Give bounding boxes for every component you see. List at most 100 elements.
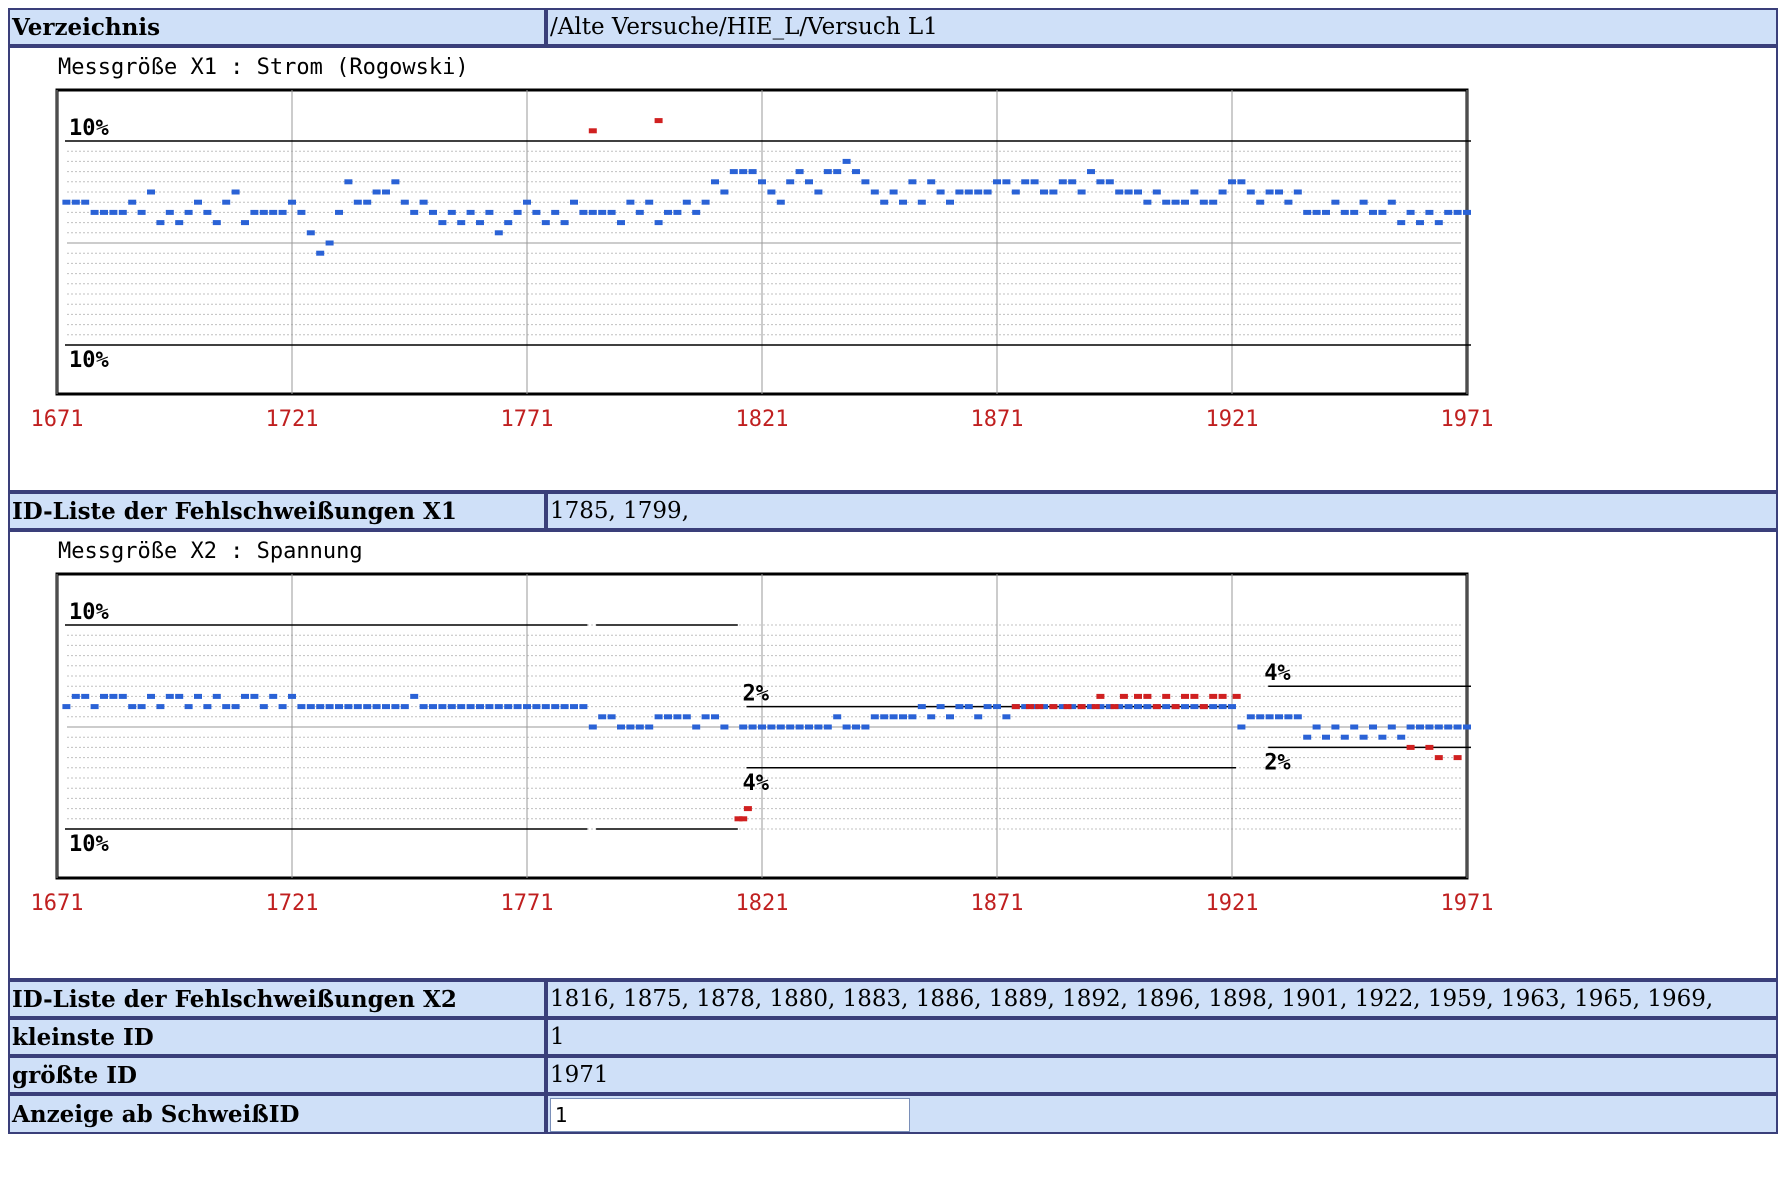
chart1-data-point [541, 220, 550, 226]
chart1-data-point [964, 189, 973, 195]
chart1-data-point [1350, 209, 1359, 215]
max-id-value: 1971 [546, 1056, 1778, 1094]
chart1-data-point [974, 189, 983, 195]
chart2-data-point [974, 714, 983, 720]
chart1-row: Messgröße X1 : Strom (Rogowski) 1671 1721 1… [8, 46, 1778, 492]
chart1-data-point [1237, 179, 1246, 185]
chart1-data-point [1087, 169, 1095, 175]
chart2-data-point [1011, 704, 1020, 710]
chart2-data-point [1209, 693, 1218, 699]
chart1-cell: Messgröße X1 : Strom (Rogowski) 1671 1721 1… [8, 46, 1778, 492]
chart2-data-point [485, 704, 494, 710]
chart1-data-point [1134, 189, 1142, 195]
chart2-x-tick-label: 1771 [501, 891, 554, 916]
chart1-x-tick-label: 1921 [1206, 407, 1259, 432]
chart2-data-point [1190, 704, 1199, 710]
chart1-data-point [513, 209, 522, 215]
chart2-data-point [1035, 704, 1044, 710]
chart1-data-point [372, 189, 381, 195]
chart1-data-point [1077, 189, 1086, 195]
chart2-data-point [438, 704, 447, 710]
chart2-data-point [1152, 704, 1161, 710]
chart2-data-point [739, 724, 748, 730]
chart2-data-point [917, 704, 926, 710]
chart2-data-point [147, 693, 155, 699]
chart2-data-point [739, 816, 748, 822]
chart1-data-point [946, 199, 954, 205]
chart2-data-point [936, 704, 945, 710]
chart1-data-point [278, 209, 287, 215]
chart1-data-point [955, 189, 964, 195]
chart1-data-point [504, 220, 513, 226]
chart2-data-point [1350, 724, 1359, 730]
chart2-x-tick-label: 1821 [736, 891, 789, 916]
chart2-data-point [1002, 714, 1011, 720]
chart1-data-point [1397, 220, 1406, 226]
chart1-data-point [795, 169, 804, 175]
chart1-data-point [297, 209, 306, 215]
chart1-data-point [560, 220, 569, 226]
chart1-data-point [1387, 199, 1396, 205]
chart2-data-point [654, 714, 663, 720]
chart2-data-point [743, 806, 752, 812]
chart1-data-point [1331, 199, 1340, 205]
chart1-data-point [682, 199, 691, 205]
chart1-data-point [1284, 199, 1293, 205]
chart2-data-point [316, 704, 325, 710]
chart2-data-point [870, 714, 879, 720]
chart1-x-tick-label: 1821 [736, 407, 789, 432]
chart1-data-point [654, 220, 663, 226]
chart2-data-point [175, 693, 184, 699]
chart1-data-point [400, 199, 409, 205]
chart1-data-point [288, 199, 296, 205]
chart2-data-point [908, 714, 917, 720]
chart2-data-point [118, 693, 127, 699]
chart2-data-point [1119, 693, 1128, 699]
chart2-data-point [363, 704, 372, 710]
chart1-data-point [118, 209, 127, 215]
chart1-data-point [438, 220, 447, 226]
start-id-input[interactable] [550, 1098, 910, 1132]
chart1-data-point [222, 199, 231, 205]
chart1-data-point [1453, 209, 1462, 215]
chart2-data-point [1218, 693, 1227, 699]
chart2-data-point [1312, 724, 1321, 730]
chart1-data-point [1378, 209, 1387, 215]
chart2-data-point [1340, 734, 1349, 740]
max-id-label: größte ID [8, 1056, 546, 1094]
chart2-limit-label: 10% [69, 600, 109, 625]
chart2-data-point [494, 704, 503, 710]
chart1-data-point [1162, 199, 1171, 205]
chart2-data-point [645, 724, 654, 730]
chart1-data-point [109, 209, 118, 215]
chart2-data-point [899, 714, 907, 720]
chart2-data-point [62, 704, 71, 710]
chart-x2: Messgröße X2 : Spannung 1671 1721 1771 1821 1… [31, 539, 1494, 916]
chart1-data-point [664, 209, 672, 215]
chart1-data-point [1275, 189, 1283, 195]
chart2-data-point [1091, 704, 1100, 710]
chart2-data-point [344, 704, 353, 710]
chart2-data-point [504, 704, 513, 710]
chart2-data-point [1171, 704, 1180, 710]
chart2-data-point [278, 704, 287, 710]
min-id-value: 1 [546, 1018, 1778, 1056]
chart1-data-point [1058, 179, 1067, 185]
chart1-data-point [447, 209, 456, 215]
chart2-data-point [1049, 704, 1058, 710]
chart1-x-tick-label: 1771 [501, 407, 554, 432]
chart2-data-point [1218, 704, 1227, 710]
chart2-data-point [353, 704, 362, 710]
chart2-data-point [1096, 693, 1105, 699]
chart2-data-point [692, 724, 701, 730]
chart1-data-point [927, 179, 936, 185]
chart1-data-point [410, 209, 419, 215]
chart1-data-point [90, 209, 99, 215]
chart2-data-point [156, 704, 165, 710]
chart1-data-point [147, 189, 155, 195]
errors-x2-value: 1816, 1875, 1878, 1880, 1883, 1886, 1889… [546, 980, 1778, 1018]
chart2-data-point [335, 704, 343, 710]
chart1-x-tick-label: 1671 [31, 407, 84, 432]
chart2-data-point [1228, 704, 1236, 710]
chart2-data-point [100, 693, 108, 699]
